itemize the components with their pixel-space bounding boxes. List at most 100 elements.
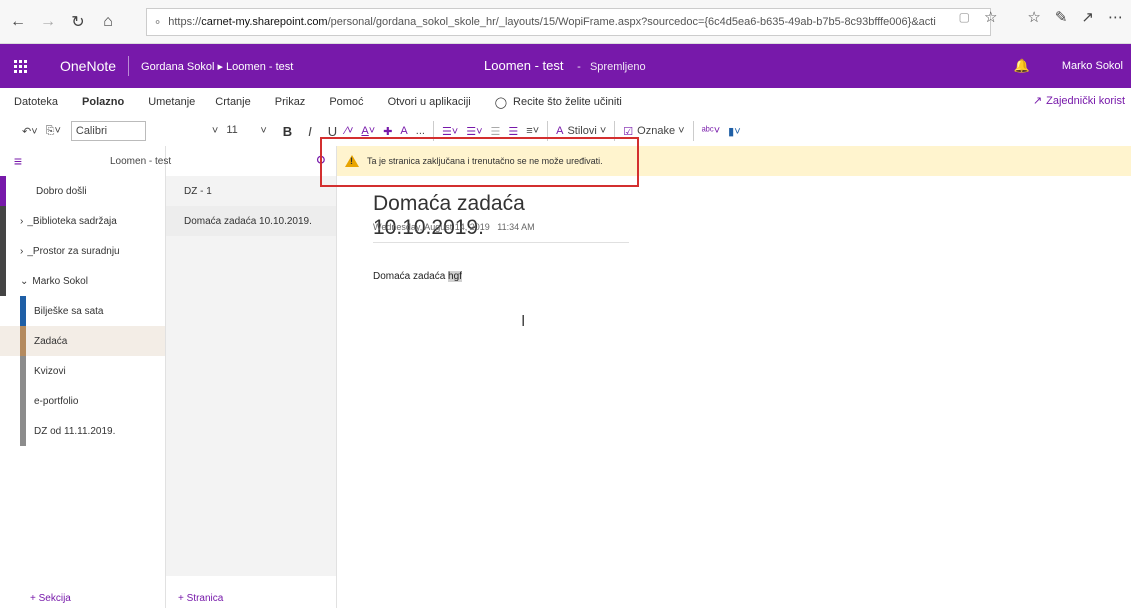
font-size-dropdown-icon[interactable]: ˅: [256, 120, 270, 142]
document-title[interactable]: Loomen - test - Spremljeno: [484, 44, 646, 88]
section-label: Zadaća: [34, 335, 68, 347]
favorite-star-icon[interactable]: ☆: [984, 8, 997, 26]
section-label: Marko Sokol: [32, 275, 88, 287]
tell-me-box[interactable]: ◯ Recite što želite učiniti: [481, 96, 622, 109]
tab-datoteka[interactable]: Datoteka: [14, 96, 68, 108]
styles-label: Stilovi: [567, 125, 597, 137]
share-icon[interactable]: ↗: [1081, 8, 1094, 26]
tab-otvori-u-aplikaciji[interactable]: Otvori u aplikaciji: [374, 96, 481, 108]
sections-pane: ≡ Loomen - test Dobro došli › _Biblioteka…: [0, 146, 171, 608]
breadcrumb[interactable]: Gordana Sokol ▸ Loomen - test: [129, 60, 293, 73]
font-size-select[interactable]: 11: [222, 121, 256, 141]
sidebar-item-section[interactable]: Zadaća: [0, 326, 165, 356]
sidebar-item-section[interactable]: Bilješke sa sata: [0, 296, 165, 326]
tab-umetanje[interactable]: Umetanje: [134, 96, 205, 108]
section-label: Dobro došli: [36, 185, 87, 197]
reading-view-icon[interactable]: ▢: [959, 10, 970, 24]
section-list: Dobro došli › _Biblioteka sadržaja › _Pros…: [0, 176, 165, 446]
section-label: _Biblioteka sadržaja: [27, 215, 117, 227]
notes-icon[interactable]: ✎: [1055, 8, 1068, 26]
page-time-text: 11:34 AM: [497, 222, 535, 232]
user-name[interactable]: Marko Sokol: [1042, 60, 1131, 72]
tags-label: Oznake: [637, 125, 676, 137]
font-name-select[interactable]: Calibri: [70, 121, 146, 141]
ribbon-tabs: Datoteka Polazno Umetanje Crtanje Prikaz…: [0, 88, 1131, 116]
page-list: DZ - 1 Domaća zadaća 10.10.2019.: [166, 176, 336, 576]
toolbar-divider: [692, 121, 694, 141]
tell-me-label: Recite što želite učiniti: [513, 96, 622, 108]
pages-pane: ⚲ DZ - 1 Domaća zadaća 10.10.2019. + Str…: [166, 146, 337, 608]
notebook-header: ≡ Loomen - test: [0, 146, 171, 176]
tab-pomoc[interactable]: Pomoć: [315, 96, 373, 108]
font-size-chevron-icon[interactable]: ˅: [208, 120, 222, 142]
section-label: DZ od 11.11.2019.: [34, 425, 116, 437]
app-launcher-icon[interactable]: [0, 44, 40, 88]
address-bar[interactable]: ⚬ https://carnet-my.sharepoint.com/perso…: [146, 8, 991, 36]
styles-icon: A: [556, 125, 564, 137]
share-label: Zajednički korist: [1046, 94, 1125, 107]
share-button[interactable]: ↗ Zajednički korist: [1032, 94, 1125, 108]
sidebar-item-section[interactable]: › _Prostor za suradnju: [0, 236, 165, 266]
document-title-text: Loomen - test: [484, 58, 564, 73]
back-icon[interactable]: ←: [6, 10, 30, 34]
section-label: e-portfolio: [34, 395, 79, 407]
body-text: Domaća zadaća: [373, 271, 446, 282]
chevron-right-icon[interactable]: ›: [20, 216, 23, 227]
page-item-domaca-zadaca[interactable]: Domaća zadaća 10.10.2019.: [166, 206, 336, 236]
saved-separator: -: [577, 61, 581, 73]
add-section-button[interactable]: + Sekcija: [30, 593, 71, 604]
spelling-icon[interactable]: ᵃᵇᶜ˅: [698, 120, 725, 142]
share-icon: ↗: [1032, 95, 1043, 107]
chevron-down-icon[interactable]: ⌄: [20, 276, 28, 287]
sidebar-item-section[interactable]: ⌄ Marko Sokol: [0, 266, 165, 296]
highlight-frame: [320, 137, 639, 187]
undo-icon[interactable]: ↶˅: [18, 120, 42, 142]
chevron-right-icon[interactable]: ›: [20, 246, 23, 257]
text-cursor-icon: I: [521, 313, 526, 330]
page-item-dz-1[interactable]: DZ - 1: [166, 176, 336, 206]
sidebar-item-section[interactable]: DZ od 11.11.2019.: [0, 416, 165, 446]
refresh-icon[interactable]: ↻: [66, 10, 90, 34]
tab-crtanje[interactable]: Crtanje: [205, 96, 260, 108]
selected-text: hgf: [448, 271, 462, 282]
browser-toolbar: ← → ↻ ⌂ ⚬ https://carnet-my.sharepoint.c…: [0, 0, 1131, 44]
clipboard-icon[interactable]: ⎘˅: [42, 120, 65, 142]
tab-polazno[interactable]: Polazno: [68, 96, 134, 108]
lock-icon: ⚬: [153, 16, 163, 29]
section-color-tab: [20, 386, 26, 416]
add-page-button[interactable]: + Stranica: [178, 593, 223, 604]
home-icon[interactable]: ⌂: [96, 10, 120, 34]
app-name[interactable]: OneNote: [40, 56, 130, 76]
saved-status: Spremljeno: [589, 61, 646, 73]
lightbulb-icon: ◯: [494, 96, 508, 109]
tag-icon: ☑: [623, 125, 634, 138]
app-header: OneNote Gordana Sokol ▸ Loomen - test Lo…: [0, 44, 1131, 88]
section-color-tab: [0, 206, 6, 236]
page-body[interactable]: Domaća zadaća hgf: [373, 271, 462, 282]
section-label: Kvizovi: [34, 365, 66, 377]
sidebar-item-section[interactable]: e-portfolio: [0, 386, 165, 416]
bold-button[interactable]: B: [279, 120, 296, 142]
section-label: _Prostor za suradnju: [27, 245, 120, 257]
page-date: Wednesday, August 14, 2019 11:34 AM: [373, 222, 535, 232]
page-date-text: Wednesday, August 14, 2019: [373, 222, 490, 232]
tab-prikaz[interactable]: Prikaz: [261, 96, 316, 108]
notification-bell-icon[interactable]: 🔔: [1002, 58, 1042, 74]
sidebar-item-section[interactable]: Kvizovi: [0, 356, 165, 386]
section-color-tab: [20, 416, 26, 446]
favorites-icon[interactable]: ☆: [1027, 8, 1040, 26]
section-color-tab: [20, 326, 26, 356]
more-icon[interactable]: ⋯: [1108, 8, 1123, 26]
section-color-tab: [0, 266, 6, 296]
dictate-icon[interactable]: ▮˅: [724, 120, 744, 142]
section-color-tab: [0, 176, 6, 206]
section-label: Bilješke sa sata: [34, 305, 104, 317]
page-title[interactable]: Domaća zadaća 10.10.2019.: [373, 192, 629, 243]
sidebar-item-section[interactable]: › _Biblioteka sadržaja: [0, 206, 165, 236]
section-color-tab: [20, 296, 26, 326]
section-color-tab: [0, 236, 6, 266]
section-color-tab: [20, 356, 26, 386]
italic-button[interactable]: I: [304, 120, 316, 142]
forward-icon[interactable]: →: [36, 10, 60, 34]
sidebar-item-section[interactable]: Dobro došli: [0, 176, 165, 206]
